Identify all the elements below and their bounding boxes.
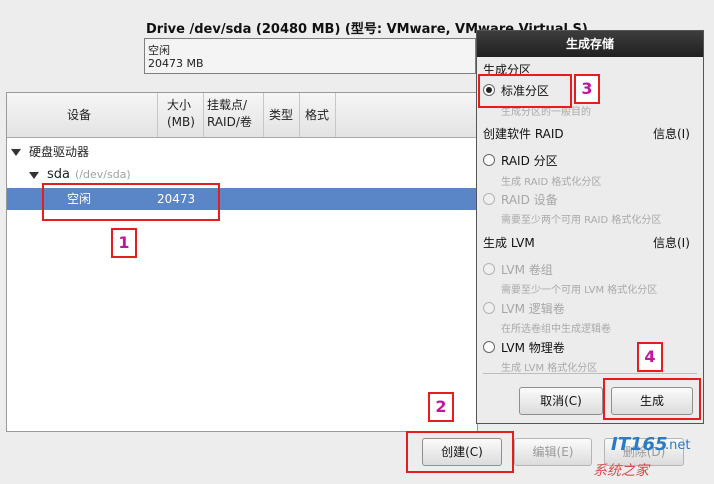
section-create-raid: 创建软件 RAID <box>483 127 564 141</box>
info-lvm-link[interactable]: 信息(I) <box>653 234 690 251</box>
watermark-tld: .net <box>665 438 691 453</box>
column-mount[interactable]: 挂载点/ RAID/卷 <box>203 93 264 137</box>
watermark-sub: 系统之家 <box>593 463 649 479</box>
annotation-box-free-row <box>42 183 220 221</box>
column-format[interactable]: 格式 <box>299 93 336 137</box>
partition-table: 设备 大小 (MB) 挂载点/ RAID/卷 类型 格式 硬盘驱动器 sda (… <box>6 92 478 432</box>
tree-row-hard-drives[interactable]: 硬盘驱动器 <box>7 141 477 163</box>
column-size[interactable]: 大小 (MB) <box>157 93 204 137</box>
annotation-box-standard-partition <box>478 74 572 108</box>
radio-raid-device[interactable] <box>483 193 495 205</box>
radio-lvm-physical-volume[interactable] <box>483 341 495 353</box>
column-type[interactable]: 类型 <box>263 93 300 137</box>
desc-lvm-volume-group: 需要至少一个可用 LVM 格式化分区 <box>501 285 658 296</box>
dialog-cancel-button[interactable]: 取消(C) <box>519 387 603 415</box>
drive-bar-free-size: 20473 MB <box>148 57 204 70</box>
info-raid-link[interactable]: 信息(I) <box>653 125 690 142</box>
drive-bar-free-label: 空闲 <box>148 44 170 57</box>
expander-icon[interactable] <box>29 172 39 179</box>
annotation-number-1: 1 <box>111 228 137 258</box>
dialog-title: 生成存储 <box>477 31 703 57</box>
table-header: 设备 大小 (MB) 挂载点/ RAID/卷 类型 格式 <box>7 93 477 138</box>
annotation-number-4: 4 <box>637 342 663 372</box>
desc-raid-partition: 生成 RAID 格式化分区 <box>501 177 602 188</box>
label-lvm-volume-group[interactable]: LVM 卷组 <box>501 261 553 278</box>
radio-raid-partition[interactable] <box>483 154 495 166</box>
label-lvm-logical-volume[interactable]: LVM 逻辑卷 <box>501 300 565 317</box>
label-lvm-physical-volume[interactable]: LVM 物理卷 <box>501 339 565 356</box>
desc-lvm-logical-volume: 在所选卷组中生成逻辑卷 <box>501 324 611 335</box>
edit-button[interactable]: 编辑(E) <box>514 438 592 466</box>
column-device[interactable]: 设备 <box>7 93 158 137</box>
annotation-number-3: 3 <box>574 74 600 104</box>
drive-usage-bar[interactable]: 空闲 20473 MB <box>144 38 476 74</box>
label-raid-partition[interactable]: RAID 分区 <box>501 152 558 169</box>
label-raid-device[interactable]: RAID 设备 <box>501 191 558 208</box>
watermark-logo: IT165 .net 系统之家 <box>585 432 709 480</box>
annotation-number-2: 2 <box>428 392 454 422</box>
dialog-separator <box>483 373 697 374</box>
annotation-box-dialog-create <box>603 378 701 420</box>
watermark-brand: IT165 <box>611 434 668 455</box>
expander-icon[interactable] <box>11 149 21 156</box>
annotation-box-create <box>406 431 514 473</box>
radio-lvm-volume-group[interactable] <box>483 263 495 275</box>
section-create-lvm: 生成 LVM <box>483 236 535 250</box>
desc-lvm-physical-volume: 生成 LVM 格式化分区 <box>501 363 598 374</box>
radio-lvm-logical-volume[interactable] <box>483 302 495 314</box>
desc-raid-device: 需要至少两个可用 RAID 格式化分区 <box>501 215 662 226</box>
